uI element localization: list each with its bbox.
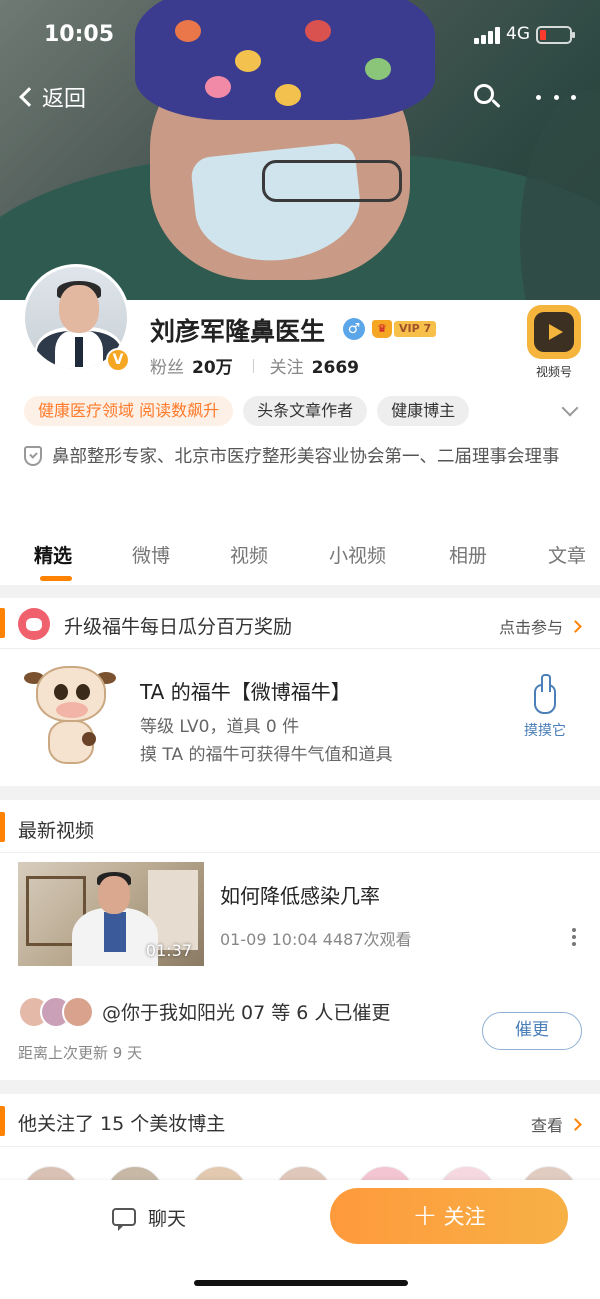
divider	[0, 1146, 600, 1147]
followers-label: 粉丝	[150, 358, 184, 378]
section-accent-bar	[0, 812, 5, 842]
cow-level: 等级 LV0，道具 0 件	[140, 717, 300, 737]
signal-icon	[474, 26, 502, 44]
chat-label: 聊天	[148, 1207, 187, 1230]
profile-card: V 刘彦军隆鼻医生 ♂ ♛ VIP 7 粉丝 20万 关注 2669 视频号 健康医…	[0, 264, 600, 585]
divider	[0, 648, 600, 649]
follow-label: 关注	[443, 1205, 486, 1229]
join-link[interactable]: 点击参与	[498, 614, 582, 638]
profile-name: 刘彦军隆鼻医生	[150, 317, 326, 346]
tab-weibo[interactable]: 微博	[132, 541, 170, 568]
profile-tags: 健康医疗领域 阅读数飙升 头条文章作者 健康博主	[24, 396, 470, 426]
following-label: 关注	[269, 358, 304, 378]
touch-cow-label: 摸摸它	[524, 723, 566, 739]
tab-videos[interactable]: 视频	[230, 541, 268, 568]
followers-stat[interactable]: 粉丝 20万	[150, 353, 233, 378]
following-count: 2669	[311, 358, 359, 378]
profile-stats: 粉丝 20万 关注 2669	[150, 353, 359, 378]
bottom-action-bar: 聊天 + 关注	[0, 1180, 600, 1299]
latest-video-title: 最新视频	[18, 820, 95, 842]
tag-health-blogger[interactable]: 健康博主	[377, 396, 470, 426]
more-options-icon[interactable]	[536, 80, 576, 114]
latest-video-card: 最新视频 01:37 如何降低感染几率 01-09 10:04 4487次观看 …	[0, 800, 600, 1080]
avatar	[62, 996, 94, 1028]
battery-icon	[536, 26, 575, 44]
tag-hot-domain[interactable]: 健康医疗领域 阅读数飙升	[24, 396, 234, 426]
urge-text: @你于我如阳光 07 等 6 人已催更	[102, 1002, 391, 1024]
follow-button[interactable]: + 关注	[330, 1188, 568, 1244]
following-section: 他关注了 15 个美妆博主 查看	[0, 1094, 600, 1224]
divider	[0, 852, 600, 853]
followers-count: 20万	[192, 358, 233, 378]
cow-icon	[18, 608, 50, 640]
tab-articles[interactable]: 文章	[548, 541, 586, 568]
male-gender-icon: ♂	[343, 318, 365, 340]
view-following-link[interactable]: 查看	[530, 1112, 582, 1136]
video-channel-icon	[527, 305, 581, 359]
hand-tap-icon	[534, 674, 556, 714]
network-type: 4G	[506, 24, 530, 44]
status-bar: 10:05 4G	[0, 0, 600, 70]
cow-hint: 摸 TA 的福牛可获得牛气值和道具	[140, 745, 393, 765]
view-following-label: 查看	[530, 1116, 563, 1135]
video-thumbnail[interactable]: 01:37	[18, 862, 204, 966]
following-section-title: 他关注了 15 个美妆博主	[18, 1113, 226, 1135]
chevron-down-icon[interactable]	[561, 399, 579, 417]
tag-headline-author[interactable]: 头条文章作者	[243, 396, 368, 426]
urger-avatars	[18, 996, 98, 1028]
urge-update-button[interactable]: 催更	[482, 1012, 582, 1050]
section-accent-bar	[0, 608, 5, 638]
tab-featured[interactable]: 精选	[34, 541, 72, 568]
cow-title: TA 的福牛【微博福牛】	[140, 680, 351, 704]
touch-cow-button[interactable]: 摸摸它	[520, 674, 570, 740]
video-meta: 01-09 10:04 4487次观看	[220, 930, 412, 949]
home-indicator[interactable]	[194, 1280, 408, 1286]
section-accent-bar	[0, 1106, 5, 1136]
profile-bio: 鼻部整形专家、北京市医疗整形美容业协会第一、二届理事会理事	[52, 447, 560, 467]
status-time: 10:05	[44, 22, 115, 47]
video-duration: 01:37	[145, 941, 192, 960]
fortune-cow-card: 升级福牛每日瓜分百万奖励 点击参与 TA 的福牛【微博福牛】 等级 LV0，道具…	[0, 598, 600, 786]
back-label: 返回	[42, 87, 87, 112]
search-icon[interactable]	[470, 80, 504, 114]
video-channel-badge[interactable]: 视频号	[518, 305, 590, 385]
stats-divider	[252, 358, 254, 373]
back-button[interactable]: 返回	[14, 80, 86, 114]
chevron-right-icon	[569, 619, 582, 633]
video-channel-label: 视频号	[518, 363, 590, 380]
crown-icon: ♛	[372, 320, 392, 338]
tab-short-videos[interactable]: 小视频	[329, 541, 386, 568]
last-update-text: 距离上次更新 9 天	[18, 1044, 143, 1062]
shield-check-icon	[24, 446, 42, 466]
verified-badge-icon: V	[106, 348, 130, 372]
join-link-label: 点击参与	[498, 618, 563, 637]
chevron-right-icon	[569, 1117, 582, 1131]
video-more-icon[interactable]	[572, 928, 576, 946]
video-title[interactable]: 如何降低感染几率	[220, 880, 380, 909]
chat-button[interactable]: 聊天	[112, 1202, 186, 1232]
tab-albums[interactable]: 相册	[449, 541, 487, 568]
vip-level: VIP 7	[394, 321, 437, 337]
plus-icon: +	[412, 1198, 438, 1233]
following-stat[interactable]: 关注 2669	[270, 353, 359, 378]
cow-mascot-image[interactable]	[24, 666, 118, 776]
fortune-section-title: 升级福牛每日瓜分百万奖励	[64, 616, 293, 638]
chat-bubble-icon	[112, 1208, 136, 1231]
profile-tabs: 精选 微博 视频 小视频 相册 文章	[0, 533, 600, 583]
active-tab-indicator	[40, 576, 72, 581]
vip-badge[interactable]: ♛ VIP 7	[372, 318, 437, 340]
chevron-left-icon	[19, 87, 39, 107]
